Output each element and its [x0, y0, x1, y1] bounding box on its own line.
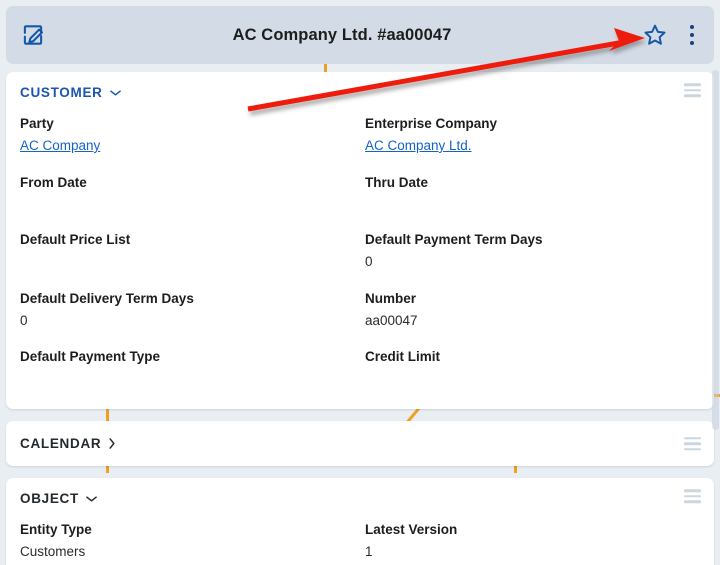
header-right-actions [620, 22, 700, 48]
kebab-dot [690, 25, 694, 29]
field-label: Entity Type [20, 522, 92, 538]
star-outline-icon[interactable] [642, 22, 668, 48]
field-enterprise-company: Enterprise Company AC Company Ltd. [365, 114, 700, 173]
app-header: AC Company Ltd. #aa00047 [6, 6, 714, 64]
field-label: Default Price List [20, 232, 131, 248]
field-thru-date: Thru Date [365, 173, 700, 231]
burger-line [684, 500, 701, 504]
field-label: Default Payment Type [20, 349, 161, 365]
field-value-link[interactable]: AC Company [20, 135, 355, 157]
field-value [365, 193, 700, 214]
burger-line [684, 448, 701, 451]
field-value [20, 193, 355, 214]
field-label: Thru Date [365, 174, 429, 190]
field-value-link[interactable]: AC Company Ltd. [365, 135, 700, 157]
field-value: 0 [365, 254, 373, 270]
field-label: Enterprise Company [365, 116, 498, 131]
edit-pencil-square-icon[interactable] [20, 22, 46, 48]
chevron-down-icon[interactable] [109, 89, 121, 97]
burger-line [684, 489, 701, 493]
field-label: From Date [20, 174, 87, 190]
burger-line [684, 442, 701, 446]
field-credit-limit: Credit Limit [365, 347, 700, 393]
page-title: AC Company Ltd. #aa00047 [232, 25, 452, 44]
section-card-customer: CUSTOMER Party AC Company Enterprise Com… [6, 72, 714, 410]
field-value: Customers [20, 544, 86, 560]
hamburger-drag-icon[interactable] [684, 437, 701, 451]
scrollbar-thumb[interactable] [712, 70, 719, 430]
section-card-calendar: CALENDAR [6, 421, 714, 467]
field-label: Default Payment Term Days [365, 232, 543, 248]
section-title-object: OBJECT [20, 491, 79, 507]
chevron-down-icon[interactable] [86, 495, 97, 503]
hamburger-drag-icon[interactable] [684, 83, 701, 97]
field-value: 0 [20, 312, 28, 328]
chevron-right-icon[interactable] [108, 438, 116, 450]
kebab-menu-icon[interactable] [684, 23, 700, 47]
field-label: Latest Version [365, 522, 458, 538]
field-latest-version: Latest Version 1 [365, 520, 700, 565]
header-left-actions [20, 22, 64, 48]
field-label: Number [365, 290, 417, 306]
field-default-price-list: Default Price List [20, 230, 355, 289]
burger-line [684, 83, 701, 86]
field-party: Party AC Company [20, 114, 355, 173]
content-scroll-area[interactable]: CUSTOMER Party AC Company Enterprise Com… [0, 64, 720, 565]
burger-line [684, 437, 701, 440]
burger-line [684, 88, 701, 92]
field-value: 1 [365, 544, 373, 560]
field-value [20, 368, 355, 389]
section-header-calendar[interactable]: CALENDAR [6, 421, 714, 466]
field-value: aa00047 [365, 312, 418, 328]
field-number: Number aa00047 [365, 289, 700, 348]
field-entity-type: Entity Type Customers [20, 520, 355, 565]
field-default-payment-type: Default Payment Type [20, 347, 355, 393]
field-default-payment-term-days: Default Payment Term Days 0 [365, 230, 700, 289]
field-label: Credit Limit [365, 349, 441, 365]
field-from-date: From Date [20, 173, 355, 231]
vertical-scrollbar[interactable] [712, 70, 719, 430]
section-card-object: OBJECT Entity Type Customers Latest Vers… [6, 478, 714, 565]
field-grid-object: Entity Type Customers Latest Version 1 [6, 514, 714, 565]
section-header-customer[interactable]: CUSTOMER [6, 72, 714, 108]
burger-line [684, 94, 701, 97]
field-value [20, 251, 355, 272]
section-title-customer: CUSTOMER [20, 85, 103, 100]
field-value [365, 368, 700, 389]
field-default-delivery-term-days: Default Delivery Term Days 0 [20, 289, 355, 348]
hamburger-drag-icon[interactable] [684, 489, 701, 504]
field-label: Party [20, 116, 54, 131]
kebab-dot [690, 41, 694, 45]
section-title-calendar: CALENDAR [20, 436, 102, 452]
section-header-object[interactable]: OBJECT [6, 478, 714, 514]
field-grid-customer: Party AC Company Enterprise Company AC C… [6, 108, 714, 409]
kebab-dot [690, 33, 694, 37]
burger-line [684, 495, 701, 498]
field-label: Default Delivery Term Days [20, 290, 194, 306]
